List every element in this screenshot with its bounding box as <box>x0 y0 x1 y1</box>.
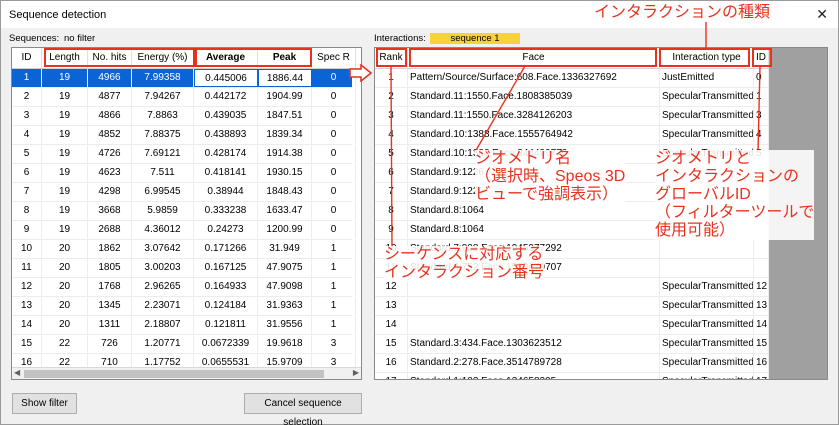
show-filter-button[interactable]: Show filter <box>12 393 77 414</box>
annotation-interaction-type: インタラクションの種類 <box>594 4 771 21</box>
annotation-sequence-number: シーケンスに対応する インタラクション番号 <box>384 246 545 282</box>
annotation-global-id: ジオメトリと インタラクションの グローバルID （フィルターツールで 使用可能… <box>655 150 815 240</box>
cancel-sequence-selection-button[interactable]: Cancel sequence selection <box>244 393 362 425</box>
annotation-geometry-name: ジオメトリ名 （選択時、Speos 3D ビューで強調表示） <box>475 150 626 204</box>
